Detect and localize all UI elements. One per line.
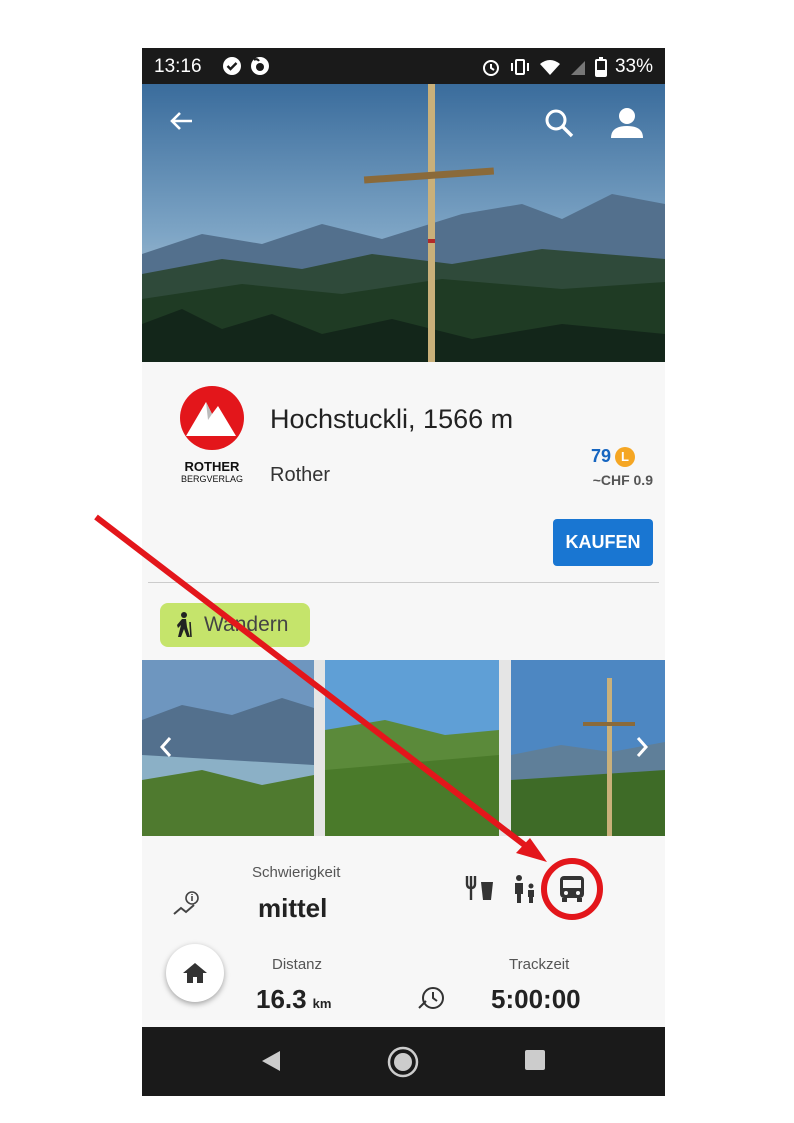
summit-cross-photo xyxy=(142,84,665,362)
check-circle-icon xyxy=(223,57,241,75)
page-title: Hochstuckli, 1566 m xyxy=(270,404,514,434)
tracktime-label: Trackzeit xyxy=(509,956,570,973)
difficulty-info-icon[interactable] xyxy=(172,890,204,918)
bus-icon[interactable] xyxy=(558,874,586,904)
phone-screen: 13:16 33% ROTHER BERGVERLAG Hochstuckli,… xyxy=(142,48,665,1096)
family-icon xyxy=(515,875,534,903)
price-points: 79 L xyxy=(591,446,635,467)
activity-chip[interactable]: Wandern xyxy=(160,603,310,647)
divider xyxy=(148,582,659,583)
signal-icon xyxy=(570,61,585,75)
rother-logo: ROTHER BERGVERLAG xyxy=(178,384,246,484)
price-chf: ~CHF 0.9 xyxy=(592,472,653,488)
distance-value: 16.3 km xyxy=(256,984,331,1015)
status-bar: 13:16 33% xyxy=(142,48,665,84)
vibrate-icon xyxy=(510,59,529,75)
publisher-name: Rother xyxy=(270,464,331,486)
firefox-icon xyxy=(251,57,269,75)
logo-line-2: BERGVERLAG xyxy=(180,474,244,484)
difficulty-label: Schwierigkeit xyxy=(252,864,341,881)
track-time-icon xyxy=(418,987,444,1009)
hero-image xyxy=(142,84,665,362)
distance-label: Distanz xyxy=(272,956,323,973)
alarm-icon xyxy=(482,60,499,76)
gallery-photo[interactable] xyxy=(325,660,499,836)
restaurant-icon xyxy=(465,876,493,900)
android-nav-bar xyxy=(142,1027,665,1096)
account-icon[interactable] xyxy=(608,106,646,140)
points-value: 79 xyxy=(590,446,611,466)
back-arrow-icon[interactable] xyxy=(166,106,196,136)
status-time: 13:16 xyxy=(154,56,202,77)
buy-button[interactable]: KAUFEN xyxy=(553,519,653,566)
distance-unit: km xyxy=(312,996,332,1011)
chevron-right-icon[interactable] xyxy=(630,732,654,762)
chevron-left-icon[interactable] xyxy=(154,732,178,762)
nav-back-icon[interactable] xyxy=(260,1049,282,1073)
photo-gallery[interactable] xyxy=(142,660,665,836)
status-right: 33% xyxy=(481,56,653,78)
activity-label: Wandern xyxy=(204,613,289,636)
nav-home-icon[interactable] xyxy=(386,1045,420,1079)
difficulty-value: mittel xyxy=(258,893,328,923)
distance-number: 16.3 xyxy=(256,984,307,1014)
battery-icon xyxy=(594,57,607,77)
wifi-icon xyxy=(539,60,560,75)
locus-coin-icon: L xyxy=(615,446,635,467)
battery-level: 33% xyxy=(614,56,653,77)
tracktime-value: 5:00:00 xyxy=(491,984,581,1014)
rother-logo-mark xyxy=(180,386,244,450)
nav-recents-icon[interactable] xyxy=(524,1049,546,1071)
hiking-icon xyxy=(177,612,192,638)
home-button[interactable] xyxy=(166,944,224,1002)
logo-line-1: ROTHER xyxy=(184,459,240,474)
search-icon[interactable] xyxy=(542,106,576,140)
home-icon xyxy=(183,963,207,983)
